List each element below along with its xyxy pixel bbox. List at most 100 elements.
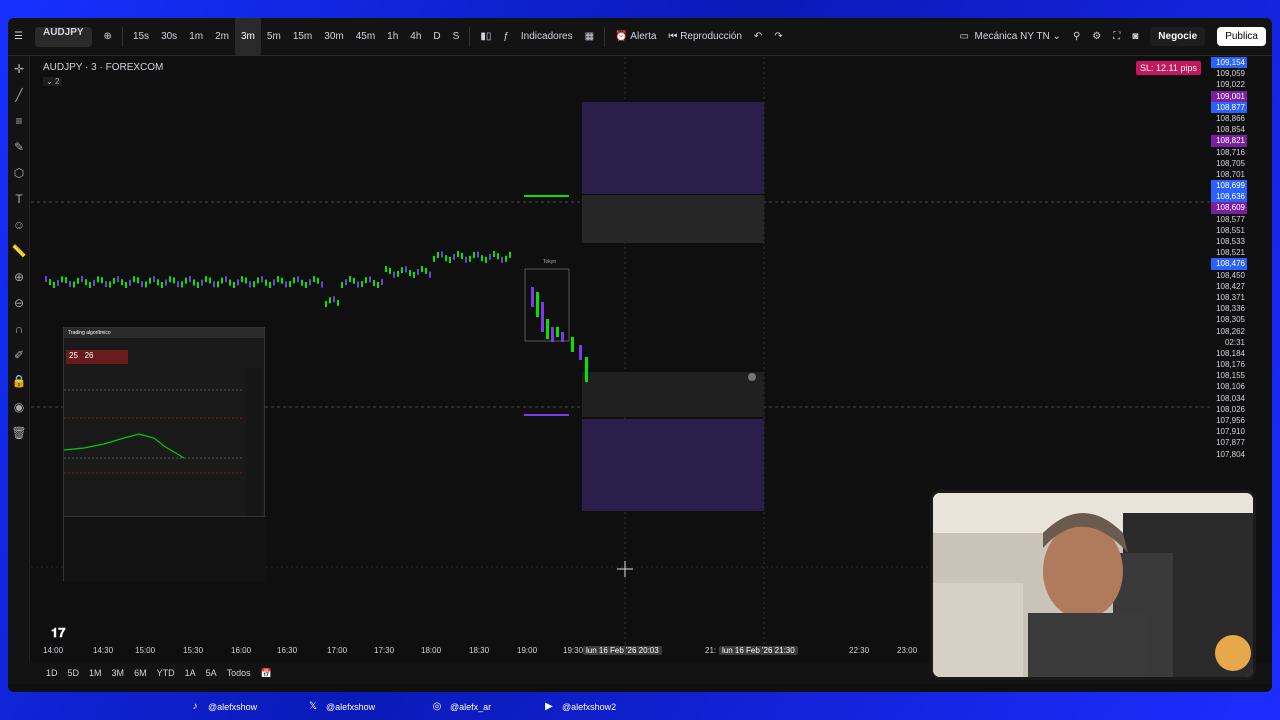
candle xyxy=(465,256,467,263)
fib-icon[interactable]: ≡ xyxy=(8,108,30,134)
candle xyxy=(85,279,87,286)
publish-button[interactable]: Publica xyxy=(1217,27,1266,46)
candle xyxy=(173,277,175,284)
time-tick: 17:30 xyxy=(374,646,395,655)
alert-button[interactable]: ⏰ Alerta xyxy=(609,18,662,55)
candle xyxy=(413,271,415,278)
timeframe-45m[interactable]: 45m xyxy=(350,18,381,55)
add-symbol-icon[interactable]: ⊕ xyxy=(98,18,118,55)
ruler-icon[interactable]: 📏 xyxy=(8,238,30,264)
trade-button[interactable]: Negocie xyxy=(1150,27,1206,46)
tradingview-logo: 𝟏𝟕 xyxy=(51,625,66,640)
candle xyxy=(373,279,375,286)
social-handle: ▶ @alefxshow2 xyxy=(542,700,616,714)
candle xyxy=(381,279,383,286)
range-1D[interactable]: 1D xyxy=(46,668,58,678)
settings-icon[interactable]: ⚙ xyxy=(1086,18,1107,55)
timeframe-4h[interactable]: 4h xyxy=(404,18,427,55)
time-tick: 14:00 xyxy=(43,646,64,655)
candle xyxy=(433,255,435,262)
time-tick: 15:30 xyxy=(183,646,204,655)
eye-icon[interactable]: ◉ xyxy=(8,394,30,420)
timeframe-S[interactable]: S xyxy=(447,18,466,55)
camera-icon[interactable]: ◙ xyxy=(1126,18,1144,55)
price-label: 108,427 xyxy=(1216,281,1245,291)
fullscreen-icon[interactable]: ⛶ xyxy=(1107,18,1126,55)
timeframe-5m[interactable]: 5m xyxy=(261,18,287,55)
candle xyxy=(185,277,187,284)
range-YTD[interactable]: YTD xyxy=(157,668,175,678)
lock-icon[interactable]: 🔒 xyxy=(8,368,30,394)
range-1A[interactable]: 1A xyxy=(185,668,196,678)
zoom-in-icon[interactable]: ⊕ xyxy=(8,264,30,290)
price-axis[interactable]: 109,154 109,059 109,022 109,001 108,877 108,8… xyxy=(1211,57,1247,527)
candle xyxy=(249,281,251,288)
emoji-icon[interactable]: ☺ xyxy=(8,212,30,238)
candle xyxy=(153,276,155,283)
price-label: 108,699 xyxy=(1211,180,1247,192)
session-label: Tokyo xyxy=(543,259,556,265)
time-tick: 21: xyxy=(705,646,717,655)
candle xyxy=(485,256,487,263)
social-handle: ♪ @alefxshow xyxy=(188,700,258,714)
overlay-price-a: 25 xyxy=(69,351,78,360)
crosshair-icon[interactable]: ✛ xyxy=(8,56,30,82)
layout-select[interactable]: ▭ Mecánica NY TN ⌄ xyxy=(954,18,1067,55)
symbol-search[interactable]: AUDJPY xyxy=(34,26,92,47)
timeframe-30s[interactable]: 30s xyxy=(155,18,183,55)
candle xyxy=(341,281,343,288)
timeframe-15s[interactable]: 15s xyxy=(127,18,155,55)
range-1M[interactable]: 1M xyxy=(89,668,102,678)
price-label: 109,022 xyxy=(1216,80,1245,90)
candle xyxy=(101,277,103,284)
indicators-icon[interactable]: ƒ xyxy=(497,18,515,55)
layout-grid-icon[interactable]: ▦ xyxy=(579,18,600,55)
range-5A[interactable]: 5A xyxy=(206,668,217,678)
candle xyxy=(301,279,303,286)
candle xyxy=(217,281,219,288)
range-5D[interactable]: 5D xyxy=(68,668,80,678)
range-zone-upper xyxy=(582,195,764,243)
price-label: 107,956 xyxy=(1216,416,1245,425)
redo-icon[interactable]: ↷ xyxy=(768,18,788,55)
timeframe-30m[interactable]: 30m xyxy=(318,18,349,55)
candle-type-icon[interactable]: ▮▯ xyxy=(474,18,497,55)
timeframe-D[interactable]: D xyxy=(427,18,446,55)
candle xyxy=(461,253,463,260)
indicators-button[interactable]: Indicadores xyxy=(515,18,579,55)
undo-icon[interactable]: ↶ xyxy=(748,18,768,55)
text-icon[interactable]: T xyxy=(8,186,30,212)
social-handle-text: @alefxshow xyxy=(208,702,258,712)
timeframe-15m[interactable]: 15m xyxy=(287,18,318,55)
shapes-icon[interactable]: ⬡ xyxy=(8,160,30,186)
timeframe-1h[interactable]: 1h xyxy=(381,18,404,55)
webcam-overlay xyxy=(930,490,1256,680)
trash-icon[interactable]: 🗑 xyxy=(8,420,30,446)
menu-icon[interactable]: ☰ xyxy=(8,18,29,55)
candle xyxy=(489,253,491,260)
legend-toggle[interactable]: ⌄ 2 xyxy=(43,77,63,86)
magnet-icon[interactable]: ∩ xyxy=(8,316,30,342)
candle xyxy=(57,279,59,286)
candle xyxy=(389,267,391,274)
lock-draw-icon[interactable]: ✐ xyxy=(8,342,30,368)
overlay-header-text: Trading algorítmico xyxy=(68,330,111,336)
candle xyxy=(213,281,215,288)
brush-icon[interactable]: ✎ xyxy=(8,134,30,160)
trendline-icon[interactable]: ╱ xyxy=(8,82,30,108)
range-Todos[interactable]: Todos xyxy=(227,668,251,678)
range-3M[interactable]: 3M xyxy=(112,668,125,678)
range-6M[interactable]: 6M xyxy=(134,668,147,678)
overlay-price-box: 25 26 xyxy=(66,350,128,364)
zoom-out-icon[interactable]: ⊖ xyxy=(8,290,30,316)
timeframe-1m[interactable]: 1m xyxy=(183,18,209,55)
timeframe-2m[interactable]: 2m xyxy=(209,18,235,55)
time-tick: 19:00 xyxy=(517,646,538,655)
calendar-icon[interactable]: 📅 xyxy=(261,668,272,679)
candle xyxy=(329,297,331,304)
candle xyxy=(536,292,539,317)
timeframe-3m[interactable]: 3m xyxy=(235,18,261,55)
candle xyxy=(445,255,447,262)
replay-button[interactable]: ⏮ Reproducción xyxy=(662,18,748,55)
search-icon[interactable]: ⚲ xyxy=(1067,18,1086,55)
